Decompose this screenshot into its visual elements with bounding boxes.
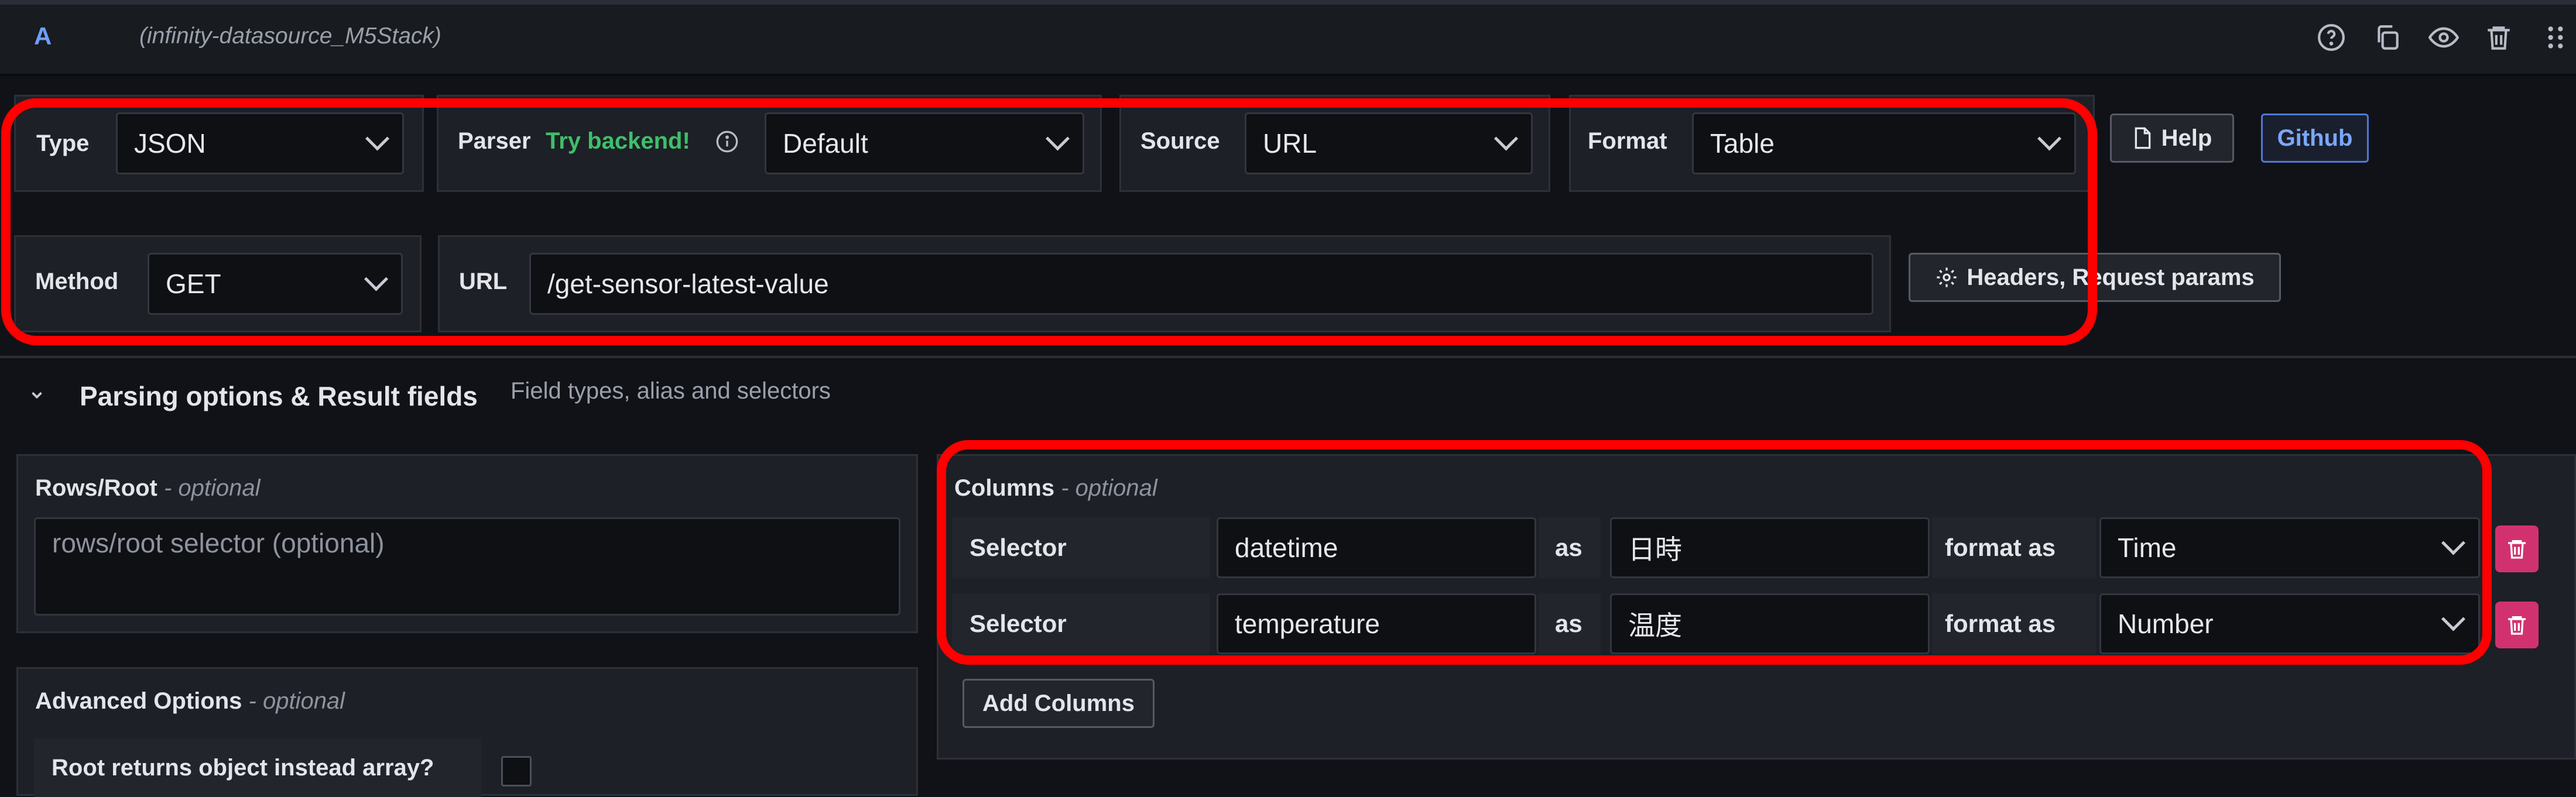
delete-column-button[interactable] <box>2495 602 2539 648</box>
rows-root-optional: - optional <box>164 475 261 501</box>
help-circle-icon[interactable] <box>2314 20 2349 55</box>
drag-handle-icon[interactable] <box>2538 20 2573 55</box>
document-icon <box>2135 127 2150 149</box>
datasource-name: (infinity-datasource_M5Stack) <box>139 23 441 49</box>
chevron-down-icon[interactable] <box>28 386 46 404</box>
github-button[interactable]: Github <box>2261 114 2369 163</box>
help-button[interactable]: Help <box>2110 114 2234 163</box>
divider <box>0 356 2576 358</box>
duplicate-icon[interactable] <box>2370 20 2405 55</box>
highlight-columns <box>937 440 2492 665</box>
query-letter[interactable]: A <box>34 22 52 50</box>
root-returns-object-checkbox[interactable] <box>501 756 532 786</box>
rows-root-label-text: Rows/Root <box>35 475 157 501</box>
trash-icon <box>2508 616 2526 635</box>
parsing-options-subtitle: Field types, alias and selectors <box>511 378 831 404</box>
trash-icon <box>2508 540 2526 559</box>
highlight-request-config <box>1 98 2097 345</box>
parsing-options-title[interactable]: Parsing options & Result fields <box>80 380 478 412</box>
trash-icon[interactable] <box>2481 20 2516 55</box>
rows-root-input[interactable]: rows/root selector (optional) <box>34 517 900 616</box>
advanced-options-label[interactable]: Advanced Options - optional <box>35 685 345 717</box>
add-columns-button[interactable]: Add Columns <box>962 679 1155 728</box>
rows-root-label: Rows/Root - optional <box>35 472 261 504</box>
eye-icon[interactable] <box>2426 20 2461 55</box>
root-returns-object-label: Root returns object instead array? <box>34 738 481 797</box>
delete-column-button[interactable] <box>2495 525 2539 572</box>
advanced-options-label-text: Advanced Options <box>35 688 242 714</box>
advanced-options-optional: - optional <box>248 688 345 714</box>
help-label: Help <box>2161 125 2212 151</box>
